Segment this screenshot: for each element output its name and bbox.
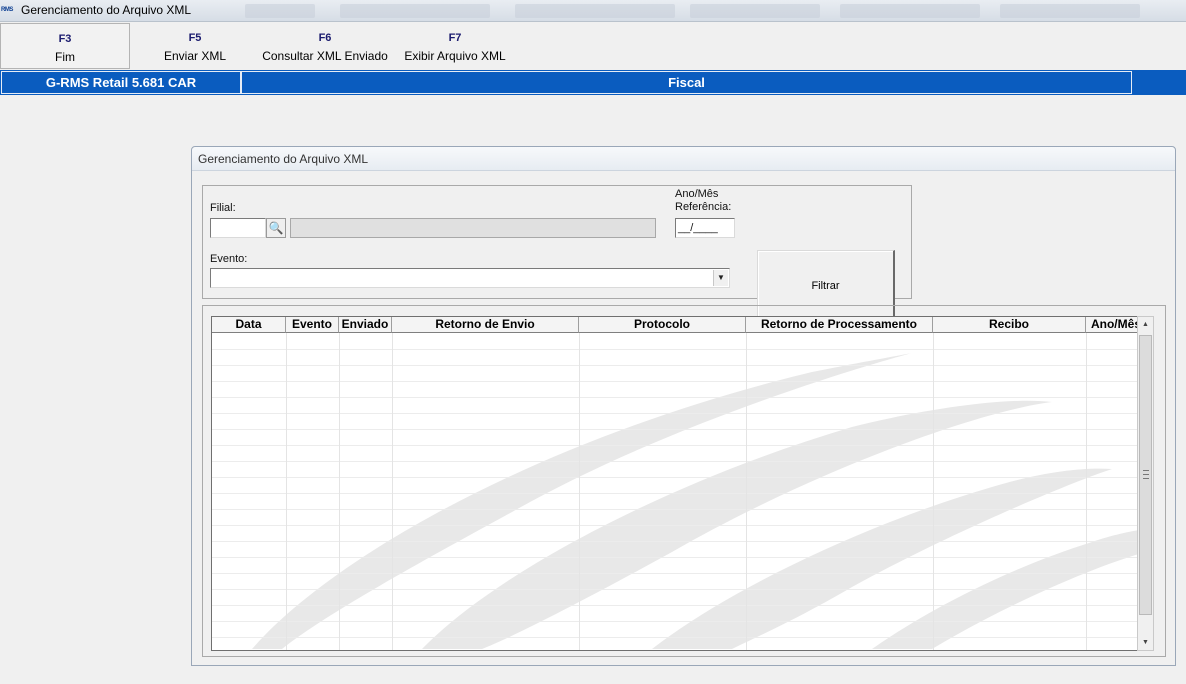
grip-icon (1143, 470, 1149, 479)
evento-label: Evento: (210, 253, 248, 265)
xml-management-panel: Gerenciamento do Arquivo XML Filial: 🔍 A… (191, 146, 1176, 666)
exibir-arquivo-xml-button[interactable]: F7 Exibir Arquivo XML (400, 23, 510, 69)
background-title-blur (515, 4, 675, 18)
function-key-label: Fim (55, 50, 75, 64)
function-key: F5 (188, 32, 202, 44)
column-header-data[interactable]: Data (212, 317, 286, 333)
column-header-retorno-processamento[interactable]: Retorno de Processamento (746, 317, 933, 333)
binoculars-icon[interactable]: 🔍 (266, 218, 286, 238)
panel-title: Gerenciamento do Arquivo XML (198, 152, 369, 166)
function-key-label: Consultar XML Enviado (262, 49, 388, 63)
ano-mes-label: Ano/Mês Referência: (675, 188, 732, 213)
background-title-blur (1000, 4, 1140, 18)
panel-header: Gerenciamento do Arquivo XML (192, 147, 1175, 171)
scroll-down-icon[interactable]: ▼ (1138, 635, 1153, 650)
scroll-up-icon[interactable]: ▲ (1138, 317, 1153, 332)
evento-select[interactable]: ▼ (210, 268, 730, 288)
fim-button[interactable]: F3 Fim (0, 23, 130, 69)
filial-label: Filial: (210, 202, 236, 214)
background-title-blur (840, 4, 980, 18)
filter-group: Filial: 🔍 Ano/Mês Referência: __/____ Ev… (202, 185, 912, 324)
column-header-enviado[interactable]: Enviado (339, 317, 392, 333)
function-key-toolbar: F3 Fim F5 Enviar XML F6 Consultar XML En… (0, 22, 1186, 70)
consultar-xml-enviado-button[interactable]: F6 Consultar XML Enviado (258, 23, 392, 69)
background-title-blur (690, 4, 820, 18)
results-frame: Data Evento Enviado Retorno de Envio Pro… (202, 305, 1166, 657)
results-grid[interactable]: Data Evento Enviado Retorno de Envio Pro… (211, 316, 1145, 651)
filial-description-field (290, 218, 656, 238)
window-title: Gerenciamento do Arquivo XML (21, 3, 192, 17)
function-key: F3 (58, 33, 72, 45)
module-name: Fiscal (241, 71, 1132, 94)
column-header-recibo[interactable]: Recibo (933, 317, 1086, 333)
background-title-blur (340, 4, 490, 18)
window-title-bar: RMS Gerenciamento do Arquivo XML (0, 0, 1186, 22)
chevron-down-icon[interactable]: ▼ (713, 270, 728, 286)
enviar-xml-button[interactable]: F5 Enviar XML (150, 23, 240, 69)
background-title-blur (245, 4, 315, 18)
column-header-retorno-envio[interactable]: Retorno de Envio (392, 317, 579, 333)
scroll-thumb[interactable] (1139, 335, 1152, 615)
filial-input[interactable] (210, 218, 266, 238)
column-header-evento[interactable]: Evento (286, 317, 339, 333)
function-key-label: Enviar XML (163, 49, 227, 63)
function-key-label: Exibir Arquivo XML (404, 49, 506, 63)
module-bar: G-RMS Retail 5.681 CAR Fiscal (0, 70, 1186, 95)
product-version: G-RMS Retail 5.681 CAR (1, 71, 241, 94)
app-logo-icon: RMS (1, 7, 13, 13)
column-header-protocolo[interactable]: Protocolo (579, 317, 746, 333)
grid-vertical-scrollbar[interactable]: ▲ ▼ (1137, 316, 1154, 651)
grid-background (212, 333, 1144, 650)
function-key: F7 (448, 32, 462, 44)
ano-mes-input[interactable]: __/____ (675, 218, 735, 238)
function-key: F6 (318, 32, 332, 44)
